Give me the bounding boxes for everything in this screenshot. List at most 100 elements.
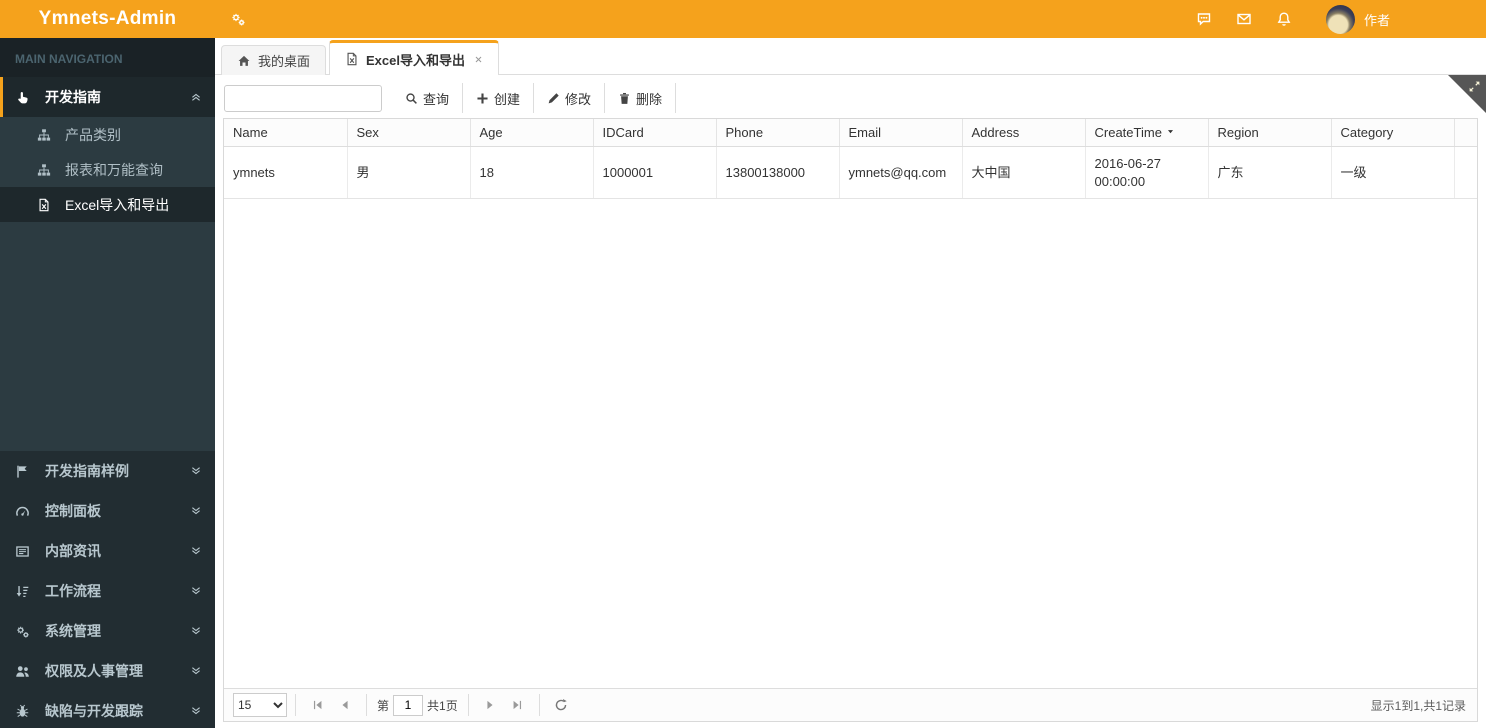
search-icon — [405, 92, 418, 105]
column-header-name[interactable]: Name — [224, 119, 348, 147]
sidebar-subitem[interactable]: 报表和万能查询 — [0, 152, 215, 187]
page-first-icon[interactable] — [304, 699, 331, 711]
column-header-email[interactable]: Email — [839, 119, 963, 147]
tab-bar: 我的桌面 Excel导入和导出 — [215, 38, 1486, 75]
column-header-age[interactable]: Age — [470, 119, 594, 147]
navbar-actions — [1184, 0, 1304, 38]
column-header-label: IDCard — [602, 125, 644, 140]
button-label: 删除 — [636, 91, 663, 107]
sidebar: MAIN NAVIGATION 开发指南 产品类别报表和万能查询 Excel导入和导… — [0, 38, 215, 728]
sidebar-item-label: 系统管理 — [45, 623, 101, 639]
删除-button[interactable]: 删除 — [605, 83, 677, 113]
grid-toolbar: 查询 创建 修改 删除 — [223, 81, 1478, 115]
column-header-region[interactable]: Region — [1208, 119, 1332, 147]
messages-button[interactable] — [1184, 0, 1224, 38]
sidebar-item[interactable]: 系统管理 — [0, 611, 215, 651]
envelope-icon — [1236, 11, 1252, 27]
tab[interactable]: 我的桌面 — [221, 45, 327, 75]
notifications-button[interactable] — [1264, 0, 1304, 38]
sidebar-subitem-label: 报表和万能查询 — [65, 161, 163, 178]
column-header-category[interactable]: Category — [1331, 119, 1455, 147]
cogs-icon — [15, 624, 39, 639]
column-header-address[interactable]: Address — [962, 119, 1086, 147]
sidebar-subitem[interactable]: Excel导入和导出 — [0, 187, 215, 222]
total-pages-label: 共1页 — [427, 698, 458, 713]
page-prev-icon[interactable] — [331, 699, 358, 711]
button-label: 查询 — [423, 91, 450, 107]
pager-divider — [295, 694, 296, 716]
user-menu[interactable]: 作者 — [1325, 4, 1390, 34]
search-input[interactable] — [224, 84, 382, 112]
chevdouble-down-icon — [190, 625, 202, 637]
sidebar-section-label: MAIN NAVIGATION — [0, 38, 215, 77]
column-header-label: Age — [479, 125, 503, 140]
navbar: 作者 — [215, 0, 1486, 38]
chevdouble-down-icon — [190, 505, 202, 517]
column-header-label: Category — [1340, 125, 1394, 140]
gauge-icon — [15, 504, 39, 519]
chevdouble-up-icon — [190, 91, 202, 103]
button-label: 创建 — [494, 91, 521, 107]
sidebar-item-label: 权限及人事管理 — [45, 663, 143, 679]
toolbar-buttons: 查询 创建 修改 删除 — [392, 83, 677, 113]
navbar-right: 作者 — [1184, 0, 1486, 38]
sidebar-submenu: 产品类别报表和万能查询 Excel导入和导出 — [0, 117, 215, 451]
column-header-sex[interactable]: Sex — [347, 119, 471, 147]
sidebar-item[interactable]: 控制面板 — [0, 491, 215, 531]
column-header-label: Sex — [356, 125, 379, 140]
column-header-label: Phone — [725, 125, 764, 140]
refresh-icon[interactable] — [548, 698, 575, 712]
cell-phone: 13800138000 — [716, 146, 840, 200]
sidebar-item[interactable]: 开发指南样例 — [0, 451, 215, 491]
tab-label: Excel导入和导出 — [366, 52, 465, 68]
column-header-label: Region — [1217, 125, 1259, 140]
pager: 15 第 共1页 — [224, 688, 1477, 721]
pager-divider — [538, 694, 540, 716]
home-icon — [237, 54, 251, 68]
plus-icon — [476, 92, 489, 105]
hand-pointer-icon — [15, 90, 39, 105]
brand-logo[interactable]: Ymnets-Admin — [0, 0, 215, 38]
page-next-icon[interactable] — [477, 699, 504, 711]
tab[interactable]: Excel导入和导出 — [329, 40, 499, 75]
layout: MAIN NAVIGATION 开发指南 产品类别报表和万能查询 Excel导入和导… — [0, 38, 1486, 728]
sidebar-item[interactable]: 工作流程 — [0, 571, 215, 611]
sidebar-item-label: 缺陷与开发跟踪 — [45, 703, 143, 719]
sidebar-item-label: 内部资讯 — [45, 543, 101, 559]
sidebar-subitem[interactable]: 产品类别 — [0, 117, 215, 152]
cell-filler — [1454, 146, 1477, 200]
pager-record-info: 显示1到1,共1记录 — [1370, 698, 1466, 713]
chevdouble-down-icon — [190, 465, 202, 477]
修改-button[interactable]: 修改 — [534, 83, 606, 113]
sidebar-item[interactable]: 内部资讯 — [0, 531, 215, 571]
创建-button[interactable]: 创建 — [463, 83, 535, 113]
table-row[interactable]: ymnets 男 18 1000001 13800138000 ymnets@qq.com… — [224, 146, 1477, 200]
page-number-input[interactable] — [393, 694, 424, 716]
column-header-phone[interactable]: Phone — [716, 119, 840, 147]
sidebar-item[interactable]: 缺陷与开发跟踪 — [0, 691, 215, 728]
cell-name: ymnets — [224, 146, 348, 200]
tab-label: 我的桌面 — [258, 54, 311, 69]
comment-icon — [1196, 11, 1212, 27]
chevdouble-down-icon — [190, 665, 202, 677]
查询-button[interactable]: 查询 — [392, 83, 464, 113]
column-header-createtime[interactable]: CreateTime — [1085, 119, 1209, 147]
sidebar-item[interactable]: 权限及人事管理 — [0, 651, 215, 691]
mail-button[interactable] — [1224, 0, 1264, 38]
cell-category: 一级 — [1331, 146, 1455, 200]
cell-age: 18 — [470, 146, 594, 200]
sidebar-item[interactable]: 开发指南 — [0, 77, 215, 117]
newspaper-icon — [15, 544, 39, 559]
sidebar-item-label: 工作流程 — [45, 583, 101, 599]
column-header-idcard[interactable]: IDCard — [593, 119, 717, 147]
app-root: Ymnets-Admin 作者 MAIN NAVIGATION 开发指南 产品类别… — [0, 0, 1486, 728]
page-last-icon[interactable] — [504, 699, 531, 711]
avatar — [1325, 4, 1355, 34]
sidebar-menu: 开发指南 产品类别报表和万能查询 Excel导入和导出开发指南样例 控制面板内部资讯工… — [0, 77, 215, 728]
workflow-icon — [15, 584, 39, 599]
tab-close-icon[interactable] — [474, 55, 483, 64]
page-size-select[interactable]: 15 — [233, 693, 287, 717]
chevdouble-down-icon — [190, 585, 202, 597]
column-header-filler — [1454, 119, 1477, 147]
sidebar-toggle-button[interactable] — [215, 0, 261, 38]
